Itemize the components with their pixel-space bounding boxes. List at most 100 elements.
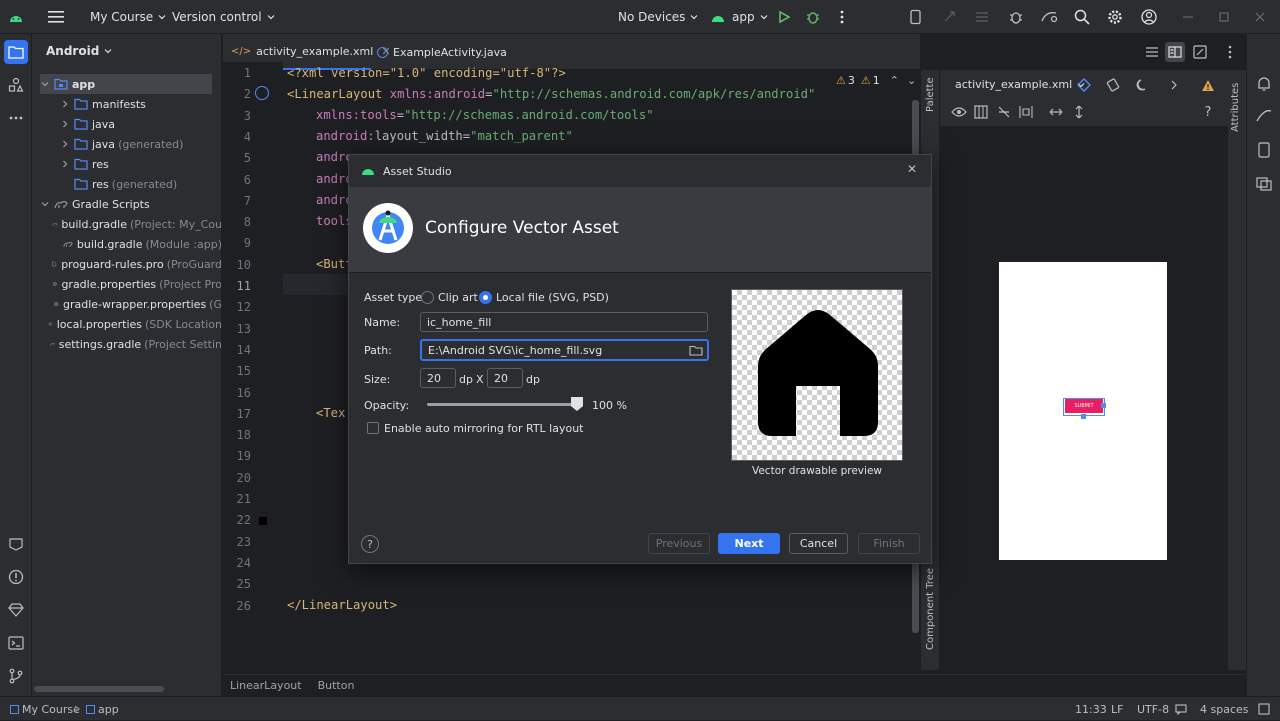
project-selector[interactable]: My Course — [90, 0, 166, 34]
class-gutter-icon[interactable] — [255, 86, 269, 100]
resize-handle[interactable] — [1101, 403, 1106, 408]
maximize-icon[interactable] — [1214, 7, 1234, 27]
next-highlight-icon[interactable]: ⌄ — [907, 74, 916, 87]
align-icon[interactable] — [1016, 102, 1036, 122]
opacity-slider-thumb[interactable] — [571, 397, 583, 411]
chevron-right-icon[interactable] — [60, 119, 70, 129]
status-project[interactable]: My Course — [10, 697, 80, 721]
line-separator[interactable]: LF — [1111, 697, 1123, 721]
clip-art-label[interactable]: Clip art — [438, 291, 478, 304]
chevron-right-icon[interactable] — [60, 139, 70, 149]
previous-button[interactable]: Previous — [648, 533, 710, 554]
chevron-right-icon[interactable] — [60, 159, 70, 169]
tree-item[interactable]: Gradle Scripts — [32, 194, 221, 214]
tree-item[interactable]: proguard-rules.pro (ProGuard — [32, 254, 221, 274]
opacity-slider-track[interactable] — [427, 397, 583, 411]
readonly-icon[interactable] — [1175, 697, 1187, 721]
more-tools-icon[interactable] — [6, 108, 26, 128]
dialog-title-bar[interactable]: Asset Studio ✕ — [349, 155, 931, 187]
app-quality-insights-icon[interactable] — [6, 534, 26, 554]
split-mode-icon[interactable] — [1165, 42, 1185, 62]
width-input[interactable]: 20 — [420, 368, 456, 388]
help-icon[interactable]: ? — [1198, 102, 1218, 122]
status-module[interactable]: app — [86, 697, 119, 721]
close-window-icon[interactable] — [1250, 7, 1270, 27]
path-input[interactable]: E:\Android SVG\ic_home_fill.svg — [420, 339, 709, 361]
tree-item[interactable]: res (generated) — [32, 174, 221, 194]
horizontal-scrollbar[interactable] — [34, 686, 164, 692]
account-icon[interactable] — [1139, 7, 1159, 27]
chevron-down-icon[interactable] — [40, 79, 50, 89]
breadcrumb-item-linearlayout[interactable]: LinearLayout — [230, 679, 302, 692]
design-file-selector[interactable]: activity_example.xml — [955, 78, 1085, 91]
palette-tab[interactable]: Palette — [925, 77, 936, 112]
tree-item[interactable]: res — [32, 154, 221, 174]
gem-icon[interactable] — [6, 600, 26, 620]
device-manager-icon[interactable] — [906, 7, 926, 27]
tree-item[interactable]: gradle.properties (Project Pro — [32, 274, 221, 294]
tree-item[interactable]: build.gradle (Project: My_Cou — [32, 214, 221, 234]
tree-item[interactable]: manifests — [32, 94, 221, 114]
debug-icon[interactable] — [803, 7, 823, 27]
finish-button[interactable]: Finish — [858, 533, 920, 554]
more-actions-icon[interactable] — [832, 7, 852, 27]
layout-preview[interactable]: SUBMIT — [999, 262, 1167, 560]
component-tree-tab[interactable]: Component Tree — [925, 568, 936, 650]
tree-item[interactable]: settings.gradle (Project Settin — [32, 334, 221, 354]
color-swatch-icon[interactable] — [259, 517, 267, 525]
eye-icon[interactable] — [949, 102, 969, 122]
rtl-label[interactable]: Enable auto mirroring for RTL layout — [384, 422, 584, 435]
notifications-icon[interactable] — [1254, 74, 1274, 94]
version-control-icon[interactable] — [6, 666, 26, 686]
device-selector[interactable]: No Devices — [618, 0, 698, 34]
browse-folder-icon[interactable] — [689, 345, 703, 356]
tree-item[interactable]: build.gradle (Module :app) — [32, 234, 221, 254]
run-icon[interactable] — [774, 7, 794, 27]
bug-icon[interactable] — [1006, 7, 1026, 27]
caret-position[interactable]: 11:33 — [1075, 697, 1107, 721]
gemini-icon[interactable] — [1254, 106, 1274, 126]
previous-highlight-icon[interactable]: ⌃ — [890, 74, 899, 87]
run-config-selector[interactable]: app — [710, 0, 768, 34]
tree-item[interactable]: java — [32, 114, 221, 134]
help-button[interactable]: ? — [361, 535, 379, 553]
tree-item[interactable]: local.properties (SDK Location — [32, 314, 221, 334]
local-file-label[interactable]: Local file (SVG, PSD) — [496, 291, 609, 304]
main-menu-icon[interactable] — [46, 7, 66, 27]
blueprint-icon[interactable] — [971, 102, 991, 122]
rtl-checkbox[interactable] — [367, 422, 379, 434]
resource-manager-icon[interactable] — [6, 75, 26, 95]
tree-item[interactable]: java (generated) — [32, 134, 221, 154]
close-dialog-icon[interactable]: ✕ — [907, 162, 917, 176]
name-input[interactable]: ic_home_fill — [420, 312, 708, 332]
attributes-tab[interactable]: Attributes — [1230, 83, 1241, 132]
height-input[interactable]: 20 — [487, 368, 523, 388]
settings-icon[interactable] — [1105, 7, 1125, 27]
next-button[interactable]: Next — [718, 533, 780, 554]
chevron-right-icon[interactable] — [1164, 75, 1184, 95]
minimize-icon[interactable] — [1178, 7, 1198, 27]
warning-icon[interactable] — [1198, 75, 1218, 95]
breadcrumb-item-button[interactable]: Button — [318, 679, 355, 692]
problems-icon[interactable] — [6, 567, 26, 587]
indent-setting[interactable]: 4 spaces — [1200, 697, 1249, 721]
clip-art-radio[interactable] — [421, 291, 434, 304]
expand-vertical-icon[interactable] — [1069, 102, 1089, 122]
sync-gradle-icon[interactable] — [1039, 7, 1059, 27]
resize-handle[interactable] — [1081, 414, 1086, 419]
chevron-down-icon[interactable] — [40, 199, 50, 209]
local-file-radio[interactable] — [479, 291, 492, 304]
expand-horizontal-icon[interactable] — [1046, 102, 1066, 122]
tree-item[interactable]: gradle-wrapper.properties (G — [32, 294, 221, 314]
search-icon[interactable] — [1072, 7, 1092, 27]
night-mode-icon[interactable] — [1132, 75, 1152, 95]
orientation-icon[interactable] — [1103, 75, 1123, 95]
more-icon[interactable] — [1220, 42, 1240, 62]
design-surface-icon[interactable] — [1074, 75, 1094, 95]
tree-item[interactable]: app — [40, 74, 212, 94]
inspection-widget[interactable]: ⚠ 3 ⚠ 1 ⌃ ⌄ — [836, 74, 916, 87]
file-encoding[interactable]: UTF-8 — [1137, 697, 1169, 721]
device-mirror-icon[interactable] — [1254, 174, 1274, 194]
project-view-selector[interactable]: Android — [46, 44, 112, 58]
running-devices-icon[interactable] — [1254, 140, 1274, 160]
